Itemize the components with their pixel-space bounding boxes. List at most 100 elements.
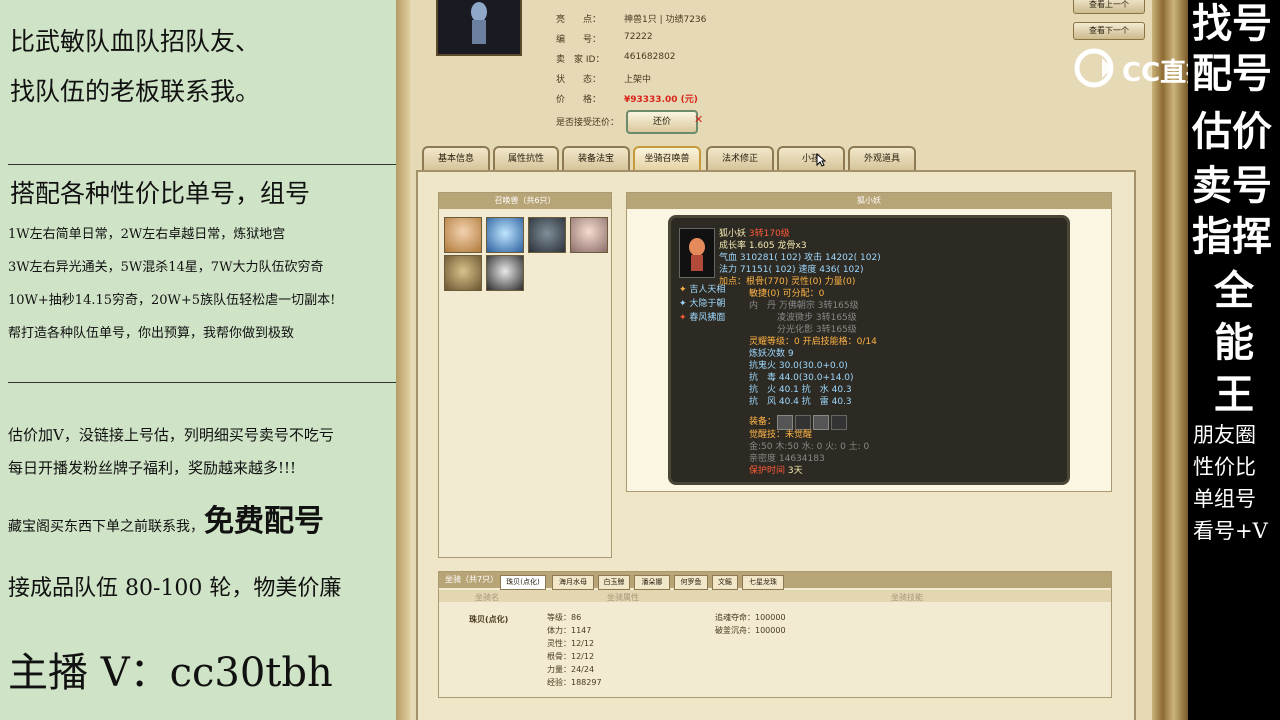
tab-appearance[interactable]: 外观道具 — [848, 146, 916, 170]
ad-small-row: 单组号 — [1193, 487, 1256, 511]
pet-resist-3: 抗 火 40.1 抗 水 40.3 — [749, 385, 852, 395]
anchor-contact: 主播 V：cc30tbh — [8, 650, 333, 696]
pet-thumbnail[interactable] — [486, 217, 524, 253]
ad-item: 帮打造各种队伍单号，你出预算，我帮你做到极致 — [8, 326, 295, 341]
mount-tab[interactable]: 文鳐 — [712, 575, 738, 590]
listing-value: 上架中 — [624, 75, 652, 85]
mount-stat: 等级：86 — [547, 613, 582, 622]
mount-stat: 力量：24/24 — [547, 665, 595, 674]
ad-small-row: 看号+V — [1193, 519, 1268, 543]
listing-value: 72222 — [624, 32, 653, 42]
equip-slot[interactable] — [831, 415, 847, 430]
right-ad-panel: 找号 配号 估价 卖号 指挥 全 能 王 朋友圈 性价比 单组号 看号+V — [1188, 0, 1280, 720]
window-frame-left — [396, 0, 410, 720]
pet-stats-card: 狐小妖 3转170级 成长率 1.605 龙骨x3 气血 310281( 102… — [668, 215, 1070, 485]
pet-skill: ✦ 大隐于朝 — [679, 299, 725, 310]
price-value: ¥93333.00 (元) — [624, 95, 698, 105]
ad-big-row: 估价 — [1192, 108, 1272, 155]
pet-skill-label: 春风拂面 — [689, 313, 726, 323]
summons-panel: 召唤兽（共6只） — [438, 192, 612, 558]
pet-portrait — [679, 228, 715, 278]
mount-tab[interactable]: 潘朵娜 — [634, 575, 670, 590]
listing-label: 价 格： — [556, 95, 602, 105]
mount-tab[interactable]: 白玉鲸 — [598, 575, 630, 590]
mount-tab[interactable]: 七星龙珠 — [742, 575, 784, 590]
next-listing-button[interactable]: 查看下一个 — [1073, 22, 1145, 40]
bargain-button[interactable]: 还价 — [626, 110, 698, 134]
pet-thumbnail[interactable] — [486, 255, 524, 291]
pet-thumbnail[interactable] — [528, 217, 566, 253]
ad-big-row: 王 — [1214, 371, 1254, 418]
listing-value: 461682802 — [624, 52, 676, 62]
pet-points-2: 敏捷(0) 可分配：0 — [749, 289, 825, 299]
pet-mp-speed: 法力 71151( 102) 速度 436( 102) — [719, 265, 864, 275]
mount-name: 珠贝(点化) — [469, 615, 509, 624]
ad-big-row: 全 — [1214, 267, 1254, 314]
pet-thumbnail[interactable] — [444, 217, 482, 253]
close-icon[interactable]: ✕ — [694, 113, 703, 126]
mouse-cursor-icon — [816, 153, 826, 167]
pet-neidan-1: 内 丹 万佛朝宗 3转165级 — [749, 301, 859, 311]
pet-lianyao: 炼妖次数 9 — [749, 349, 794, 359]
pet-hp-attack: 气血 310281( 102) 攻击 14202( 102) — [719, 253, 881, 263]
tab-spell-fix[interactable]: 法术修正 — [706, 146, 774, 170]
prev-listing-button[interactable]: 查看上一个 — [1073, 0, 1145, 14]
ad-note-3: 藏宝阁买东西下单之前联系我，免费配号 — [8, 496, 324, 540]
ad-line-2: 找队伍的老板联系我。 — [10, 77, 261, 106]
tab-basic-info[interactable]: 基本信息 — [422, 146, 490, 170]
pet-protect-value: 3天 — [787, 466, 803, 476]
ad-note-4: 接成品队伍 80-100 轮，物美价廉 — [8, 576, 342, 601]
mount-tab[interactable]: 珠贝(点化) — [500, 575, 546, 590]
tab-attributes[interactable]: 属性抗性 — [493, 146, 559, 170]
pet-equip-label: 装备： — [749, 417, 777, 427]
pet-level: 3转170级 — [748, 229, 790, 239]
ad-note-3-bold: 免费配号 — [204, 504, 324, 539]
equip-slot[interactable] — [777, 415, 793, 430]
pet-thumbnail[interactable] — [444, 255, 482, 291]
pet-protect-line: 保护时间 3天 — [749, 466, 803, 477]
ad-item: 1W左右简单日常，2W左右卓越日常，炼狱地宫 — [8, 227, 286, 242]
cc-logo-icon — [1074, 48, 1114, 88]
ad-note: 估价加V，没链接上号估，列明细买号卖号不吃亏 — [8, 426, 334, 444]
mount-tab[interactable]: 何罗鱼 — [674, 575, 708, 590]
pet-lingyao: 灵耀等级：0 开启技能格：0/14 — [749, 337, 877, 347]
ad-line-1: 比武敏队血队招队友、 — [10, 27, 261, 56]
mounts-col-attrs: 坐骑属性 — [607, 593, 639, 602]
pet-resist-2: 抗 毒 44.0(30.0+14.0) — [749, 373, 854, 383]
listing-label: 状 态： — [556, 75, 602, 85]
ad-big-row: 找号 — [1192, 0, 1272, 47]
pet-neidan-2: 凌波微步 3转165级 — [777, 313, 857, 323]
tab-equipment[interactable]: 装备法宝 — [562, 146, 630, 170]
ad-note-3-prefix: 藏宝阁买东西下单之前联系我， — [8, 519, 204, 535]
pet-skill-label: 大隐于朝 — [689, 299, 726, 309]
mounts-col-skills: 坐骑技能 — [891, 593, 923, 602]
listing-label: 编 号： — [556, 35, 602, 45]
ad-heading: 搭配各种性价比单号，组号 — [10, 179, 311, 208]
mount-stat: 体力：1147 — [547, 626, 592, 635]
tab-mount-summons[interactable]: 坐骑召唤兽 — [633, 146, 701, 170]
ad-small-row: 朋友圈 — [1193, 423, 1256, 447]
pet-skill: ✦ 春风拂面 — [679, 313, 725, 324]
mount-skill: 追魂夺命：100000 — [715, 613, 786, 622]
ad-big-row: 指挥 — [1192, 213, 1272, 260]
pet-growth: 成长率 1.605 龙骨x3 — [719, 241, 807, 251]
pet-skill: ✦ 吉人天相 — [679, 285, 725, 296]
mount-stat: 根骨：12/12 — [547, 652, 595, 661]
window-frame-right — [1152, 0, 1188, 720]
character-portrait — [436, 0, 522, 56]
mount-tab[interactable]: 海月水母 — [552, 575, 594, 590]
listing-value: 神兽1只 | 功绩7236 — [624, 15, 707, 25]
left-ad-panel: 比武敏队血队招队友、 找队伍的老板联系我。 搭配各种性价比单号，组号 1W左右简… — [0, 0, 396, 720]
ad-item: 3W左右异光通关，5W混杀14星，7W大力队伍砍穷奇 — [8, 260, 324, 275]
mount-stat: 经验：188297 — [547, 678, 602, 687]
pet-awaken: 觉醒技：未觉醒 — [749, 430, 813, 440]
pet-name-line: 狐小妖 3转170级 — [719, 229, 790, 240]
equip-slot[interactable] — [795, 415, 811, 430]
summons-panel-title: 召唤兽（共6只） — [439, 193, 611, 209]
pet-thumbnail[interactable] — [570, 217, 608, 253]
equip-slot[interactable] — [813, 415, 829, 430]
bargain-label: 是否接受还价： — [556, 118, 620, 128]
pet-name: 狐小妖 — [719, 229, 747, 239]
tab-child[interactable]: 小孩 — [777, 146, 845, 170]
pet-resist-4: 抗 风 40.4 抗 雷 40.3 — [749, 397, 852, 407]
